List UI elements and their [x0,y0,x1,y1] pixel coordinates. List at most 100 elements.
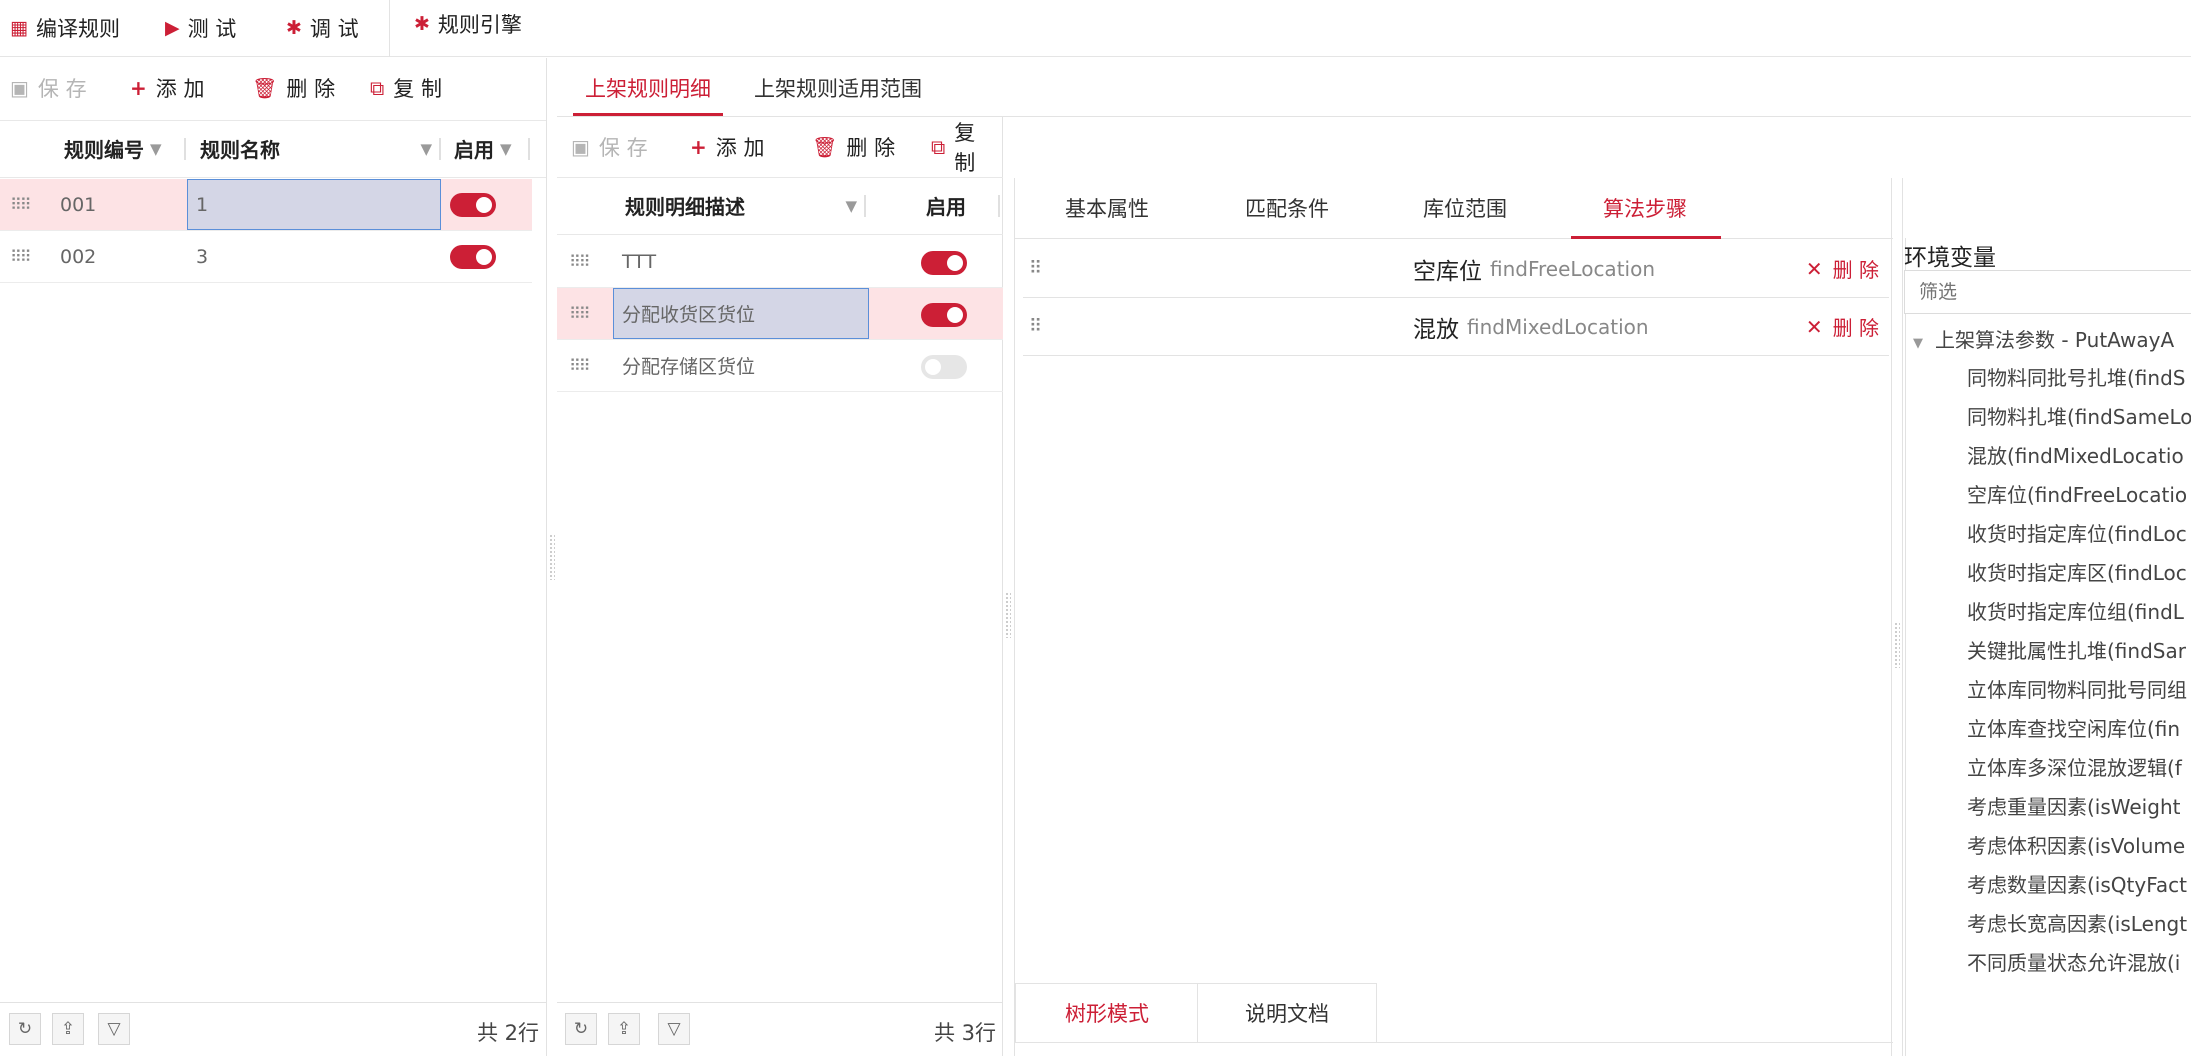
tree-item[interactable]: 立体库同物料同批号同组 [1967,674,2187,703]
tab-tree-label: 树形模式 [1065,1002,1149,1026]
copy-icon: ⧉ [370,76,385,100]
detail-desc-cell-editing[interactable]: 分配收货区货位 [613,288,869,339]
env-filter-input[interactable] [1904,270,2191,314]
test-label: 测 试 [187,17,237,41]
left-save-button[interactable]: ▣ 保 存 [10,70,87,106]
clear-filter-icon[interactable]: ▽ [658,1013,690,1045]
rules-row-count: 共 2行 [477,1021,540,1045]
tree-item[interactable]: 关键批属性扎堆(findSar [1967,635,2186,664]
column-header-enabled[interactable]: 启用 ▼ [454,134,512,163]
middle-save-button[interactable]: ▣ 保 存 [571,129,648,165]
tree-item[interactable]: 不同质量状态允许混放(i [1967,947,2180,976]
column-header-desc[interactable]: 规则明细描述 ▼ [625,191,857,220]
algorithm-step[interactable]: ⠿ 空库位 findFreeLocation ✕ 删 除 [1023,240,1889,298]
column-separator[interactable] [864,195,866,217]
tree-item[interactable]: 空库位(findFreeLocatio [1967,479,2187,508]
top-toolbar: ▦ 编译规则 ▶ 测 试 ✱ 调 试 ✱ 规则引擎 [0,0,2191,57]
export-icon[interactable]: ⇪ [52,1013,84,1045]
tree-item[interactable]: 考虑数量因素(isQtyFact [1967,869,2187,898]
tab-rule-scope-label: 上架规则适用范围 [754,77,922,101]
step-delete-button[interactable]: ✕ 删 除 [1806,312,1879,341]
caret-down-icon[interactable]: ▼ [1913,336,1923,351]
drag-handle-icon[interactable]: ⠿⠿ [10,195,31,214]
rule-name-cell-editing[interactable]: 1 [187,179,441,230]
left-delete-label: 删 除 [286,77,336,101]
tab-match[interactable]: 匹配条件 [1245,188,1329,228]
tree-item[interactable]: 收货时指定库位(findLoc [1967,518,2187,547]
tree-item[interactable]: 收货时指定库位组(findL [1967,596,2184,625]
detail-enabled-toggle[interactable] [921,251,967,275]
rules-panel: ▣ 保 存 + 添 加 🗑 删 除 ⧉ 复 制 规则编号 ▼ 规则名称 ▼ 启用… [0,58,547,1056]
test-button[interactable]: ▶ 测 试 [165,10,236,46]
filter-icon[interactable]: ▼ [500,140,512,158]
splitter-handle[interactable] [549,534,555,580]
clear-filter-icon[interactable]: ▽ [98,1013,130,1045]
trash-icon: 🗑 [812,135,838,159]
column-separator[interactable] [184,138,186,160]
algorithm-step[interactable]: ⠿ 混放 findMixedLocation ✕ 删 除 [1023,298,1889,356]
step-code: findMixedLocation [1467,314,1649,339]
drag-handle-icon[interactable]: ⠿⠿ [10,247,31,266]
detail-enabled-toggle[interactable] [921,355,967,379]
export-icon[interactable]: ⇪ [608,1013,640,1045]
debug-button[interactable]: ✱ 调 试 [286,10,359,46]
env-title: 环境变量 [1904,245,1996,271]
copy-icon: ⧉ [931,135,946,159]
step-delete-button[interactable]: ✕ 删 除 [1806,254,1879,283]
column-separator[interactable] [998,195,1000,217]
tree-item[interactable]: 考虑长宽高因素(isLengt [1967,908,2187,937]
step-delete-label: 删 除 [1832,258,1879,282]
left-delete-button[interactable]: 🗑 删 除 [252,70,335,106]
tab-algorithm-steps[interactable]: 算法步骤 [1603,188,1687,228]
splitter-handle[interactable] [1005,592,1011,638]
filter-icon[interactable]: ▼ [420,140,432,158]
step-name: 混放 [1413,316,1459,343]
drag-handle-icon[interactable]: ⠿ [1029,258,1042,279]
tab-basic[interactable]: 基本属性 [1065,188,1149,228]
tree-root[interactable]: ▼ 上架算法参数 - PutAwayA [1913,324,2174,353]
middle-add-button[interactable]: + 添 加 [690,129,764,165]
rule-engine-button[interactable]: ✱ 规则引擎 [414,6,522,42]
left-copy-label: 复 制 [393,77,442,101]
tree-item[interactable]: 考虑重量因素(isWeight [1967,791,2180,820]
refresh-icon[interactable]: ↻ [565,1013,597,1045]
panel-divider [1905,238,1906,1056]
step-code: findFreeLocation [1490,256,1655,281]
column-separator[interactable] [439,138,441,160]
drag-handle-icon[interactable]: ⠿⠿ [569,304,590,323]
rule-enabled-toggle[interactable] [450,245,496,269]
column-header-code[interactable]: 规则编号 ▼ [64,134,162,163]
tree-item[interactable]: 收货时指定库区(findLoc [1967,557,2187,586]
tree-item[interactable]: 同物料扎堆(findSameLo [1967,401,2191,430]
drag-handle-icon[interactable]: ⠿ [1029,316,1042,337]
splitter-handle[interactable] [1894,622,1900,668]
tab-documentation[interactable]: 说明文档 [1245,993,1329,1033]
middle-copy-button[interactable]: ⧉ 复 制 [931,121,1002,175]
filter-icon[interactable]: ▼ [150,140,162,158]
drag-handle-icon[interactable]: ⠿⠿ [569,356,590,375]
left-copy-button[interactable]: ⧉ 复 制 [370,70,442,106]
column-separator[interactable] [528,138,530,160]
detail-grid-panel: ▣ 保 存 + 添 加 🗑 删 除 ⧉ 复 制 规则明细描述 ▼ 启用 ⠿⠿ T… [557,117,1003,1056]
refresh-icon[interactable]: ↻ [9,1013,41,1045]
tree-item[interactable]: 同物料同批号扎堆(findS [1967,362,2185,391]
tree-item[interactable]: 立体库查找空闲库位(fin [1967,713,2180,742]
column-header-name[interactable]: 规则名称 ▼ [200,134,432,163]
rule-engine-label: 规则引擎 [437,13,522,37]
tab-location-range[interactable]: 库位范围 [1423,188,1507,228]
tab-rule-detail[interactable]: 上架规则明细 [585,68,711,108]
column-header-detail-enabled[interactable]: 启用 [926,191,966,220]
rule-enabled-toggle[interactable] [450,193,496,217]
tab-rule-scope[interactable]: 上架规则适用范围 [754,68,922,108]
filter-icon[interactable]: ▼ [845,197,857,215]
compile-rules-button[interactable]: ▦ 编译规则 [10,10,120,46]
tree-item[interactable]: 混放(findMixedLocatio [1967,440,2184,469]
tab-tree-mode[interactable]: 树形模式 [1065,993,1149,1033]
drag-handle-icon[interactable]: ⠿⠿ [569,252,590,271]
middle-delete-button[interactable]: 🗑 删 除 [812,129,895,165]
tree-item[interactable]: 立体库多深位混放逻辑(f [1967,752,2182,781]
detail-enabled-toggle[interactable] [921,303,967,327]
tree-item[interactable]: 考虑体积因素(isVolume [1967,830,2185,859]
left-add-button[interactable]: + 添 加 [130,70,204,106]
debug-label: 调 试 [309,17,359,41]
